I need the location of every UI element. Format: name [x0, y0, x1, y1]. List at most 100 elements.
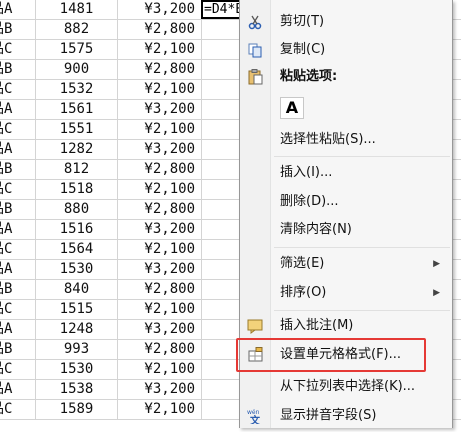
highlight-box [236, 338, 426, 372]
price-cell[interactable]: ¥3,200 [118, 100, 202, 119]
product-cell[interactable]: 品A [0, 320, 36, 339]
product-cell[interactable]: 品A [0, 100, 36, 119]
menu-item-sort[interactable]: 排序(O) ▶ [240, 282, 452, 304]
price-cell[interactable]: ¥2,800 [118, 20, 202, 39]
quantity-cell[interactable]: 1282 [36, 140, 118, 159]
menu-item-label: 剪切(T) [280, 14, 325, 29]
quantity-cell[interactable]: 840 [36, 280, 118, 299]
price-cell[interactable]: ¥3,200 [118, 260, 202, 279]
quantity-cell[interactable]: 1538 [36, 380, 118, 399]
menu-item-insert[interactable]: 插入(I)... [240, 162, 452, 184]
product-cell[interactable]: 品C [0, 80, 36, 99]
menu-separator [274, 310, 450, 311]
menu-header-paste-options: 粘贴选项: [240, 66, 452, 88]
product-cell[interactable]: 品C [0, 240, 36, 259]
menu-item-label: 插入批注(M) [280, 318, 354, 333]
menu-separator [274, 156, 450, 157]
product-cell[interactable]: 品A [0, 220, 36, 239]
product-cell[interactable]: 品B [0, 160, 36, 179]
quantity-cell[interactable]: 1575 [36, 40, 118, 59]
price-cell[interactable]: ¥3,200 [118, 140, 202, 159]
product-cell[interactable]: 品B [0, 20, 36, 39]
product-cell[interactable]: 品B [0, 280, 36, 299]
menu-separator [274, 247, 450, 248]
phonetic-icon: wén 文 [247, 408, 264, 427]
product-cell[interactable]: 品A [0, 0, 36, 19]
price-cell[interactable]: ¥2,800 [118, 160, 202, 179]
product-cell[interactable]: 品A [0, 140, 36, 159]
menu-item-copy[interactable]: 复制(C) [240, 39, 452, 61]
price-cell[interactable]: ¥2,100 [118, 300, 202, 319]
quantity-cell[interactable]: 1532 [36, 80, 118, 99]
product-cell[interactable]: 品B [0, 60, 36, 79]
quantity-cell[interactable]: 1248 [36, 320, 118, 339]
menu-item-label: 从下拉列表中选择(K)... [280, 379, 416, 394]
price-cell[interactable]: ¥2,800 [118, 340, 202, 359]
menu-item-pick-from-list[interactable]: 从下拉列表中选择(K)... [240, 376, 452, 398]
quantity-cell[interactable]: 1561 [36, 100, 118, 119]
submenu-arrow-icon: ▶ [433, 259, 440, 269]
product-cell[interactable]: 品B [0, 340, 36, 359]
quantity-cell[interactable]: 1518 [36, 180, 118, 199]
quantity-cell[interactable]: 993 [36, 340, 118, 359]
quantity-cell[interactable]: 1530 [36, 360, 118, 379]
quantity-cell[interactable]: 1551 [36, 120, 118, 139]
scissors-icon [247, 14, 264, 30]
price-cell[interactable]: ¥3,200 [118, 0, 202, 19]
paste-values-option-button[interactable]: A [280, 97, 304, 119]
product-cell[interactable]: 品C [0, 180, 36, 199]
product-cell[interactable]: 品C [0, 400, 36, 419]
price-cell[interactable]: ¥2,100 [118, 400, 202, 419]
product-cell[interactable]: 品C [0, 300, 36, 319]
menu-item-cut[interactable]: 剪切(T) [240, 11, 452, 33]
quantity-cell[interactable]: 1515 [36, 300, 118, 319]
quantity-cell[interactable]: 1516 [36, 220, 118, 239]
price-cell[interactable]: ¥3,200 [118, 320, 202, 339]
price-cell[interactable]: ¥2,100 [118, 120, 202, 139]
quantity-cell[interactable]: 882 [36, 20, 118, 39]
copy-icon [247, 42, 264, 58]
svg-text:wén: wén [247, 409, 260, 416]
quantity-cell[interactable]: 1589 [36, 400, 118, 419]
menu-item-label: 清除内容(N) [280, 222, 352, 237]
menu-item-label: 显示拼音字段(S) [280, 408, 377, 423]
price-cell[interactable]: ¥2,100 [118, 180, 202, 199]
menu-item-clear-contents[interactable]: 清除内容(N) [240, 219, 452, 241]
menu-item-label: 选择性粘贴(S)... [280, 132, 376, 147]
menu-item-label: 删除(D)... [280, 194, 339, 209]
product-cell[interactable]: 品C [0, 120, 36, 139]
price-cell[interactable]: ¥2,800 [118, 280, 202, 299]
menu-item-label: 筛选(E) [280, 256, 325, 271]
quantity-cell[interactable]: 900 [36, 60, 118, 79]
comment-icon [247, 318, 264, 334]
price-cell[interactable]: ¥2,100 [118, 40, 202, 59]
quantity-cell[interactable]: 812 [36, 160, 118, 179]
menu-item-label: 粘贴选项: [280, 69, 338, 84]
product-cell[interactable]: 品A [0, 260, 36, 279]
price-cell[interactable]: ¥2,800 [118, 60, 202, 79]
quantity-cell[interactable]: 880 [36, 200, 118, 219]
price-cell[interactable]: ¥3,200 [118, 220, 202, 239]
menu-item-show-phonetic[interactable]: wén 文 显示拼音字段(S) [240, 405, 452, 427]
price-cell[interactable]: ¥2,800 [118, 200, 202, 219]
price-cell[interactable]: ¥2,100 [118, 80, 202, 99]
menu-item-delete[interactable]: 删除(D)... [240, 191, 452, 213]
menu-item-paste-special[interactable]: 选择性粘贴(S)... [240, 129, 452, 151]
menu-item-filter[interactable]: 筛选(E) ▶ [240, 253, 452, 275]
product-cell[interactable]: 品B [0, 200, 36, 219]
quantity-cell[interactable]: 1564 [36, 240, 118, 259]
quantity-cell[interactable]: 1481 [36, 0, 118, 19]
menu-item-label: 插入(I)... [280, 165, 333, 180]
price-cell[interactable]: ¥2,100 [118, 240, 202, 259]
price-cell[interactable]: ¥3,200 [118, 380, 202, 399]
menu-item-label: 复制(C) [280, 42, 326, 57]
menu-item-insert-comment[interactable]: 插入批注(M) [240, 315, 452, 337]
price-cell[interactable]: ¥2,100 [118, 360, 202, 379]
product-cell[interactable]: 品C [0, 40, 36, 59]
quantity-cell[interactable]: 1530 [36, 260, 118, 279]
product-cell[interactable]: 品A [0, 380, 36, 399]
clipboard-icon [247, 69, 264, 85]
product-cell[interactable]: 品C [0, 360, 36, 379]
menu-item-label: 排序(O) [280, 285, 327, 300]
submenu-arrow-icon: ▶ [433, 288, 440, 298]
